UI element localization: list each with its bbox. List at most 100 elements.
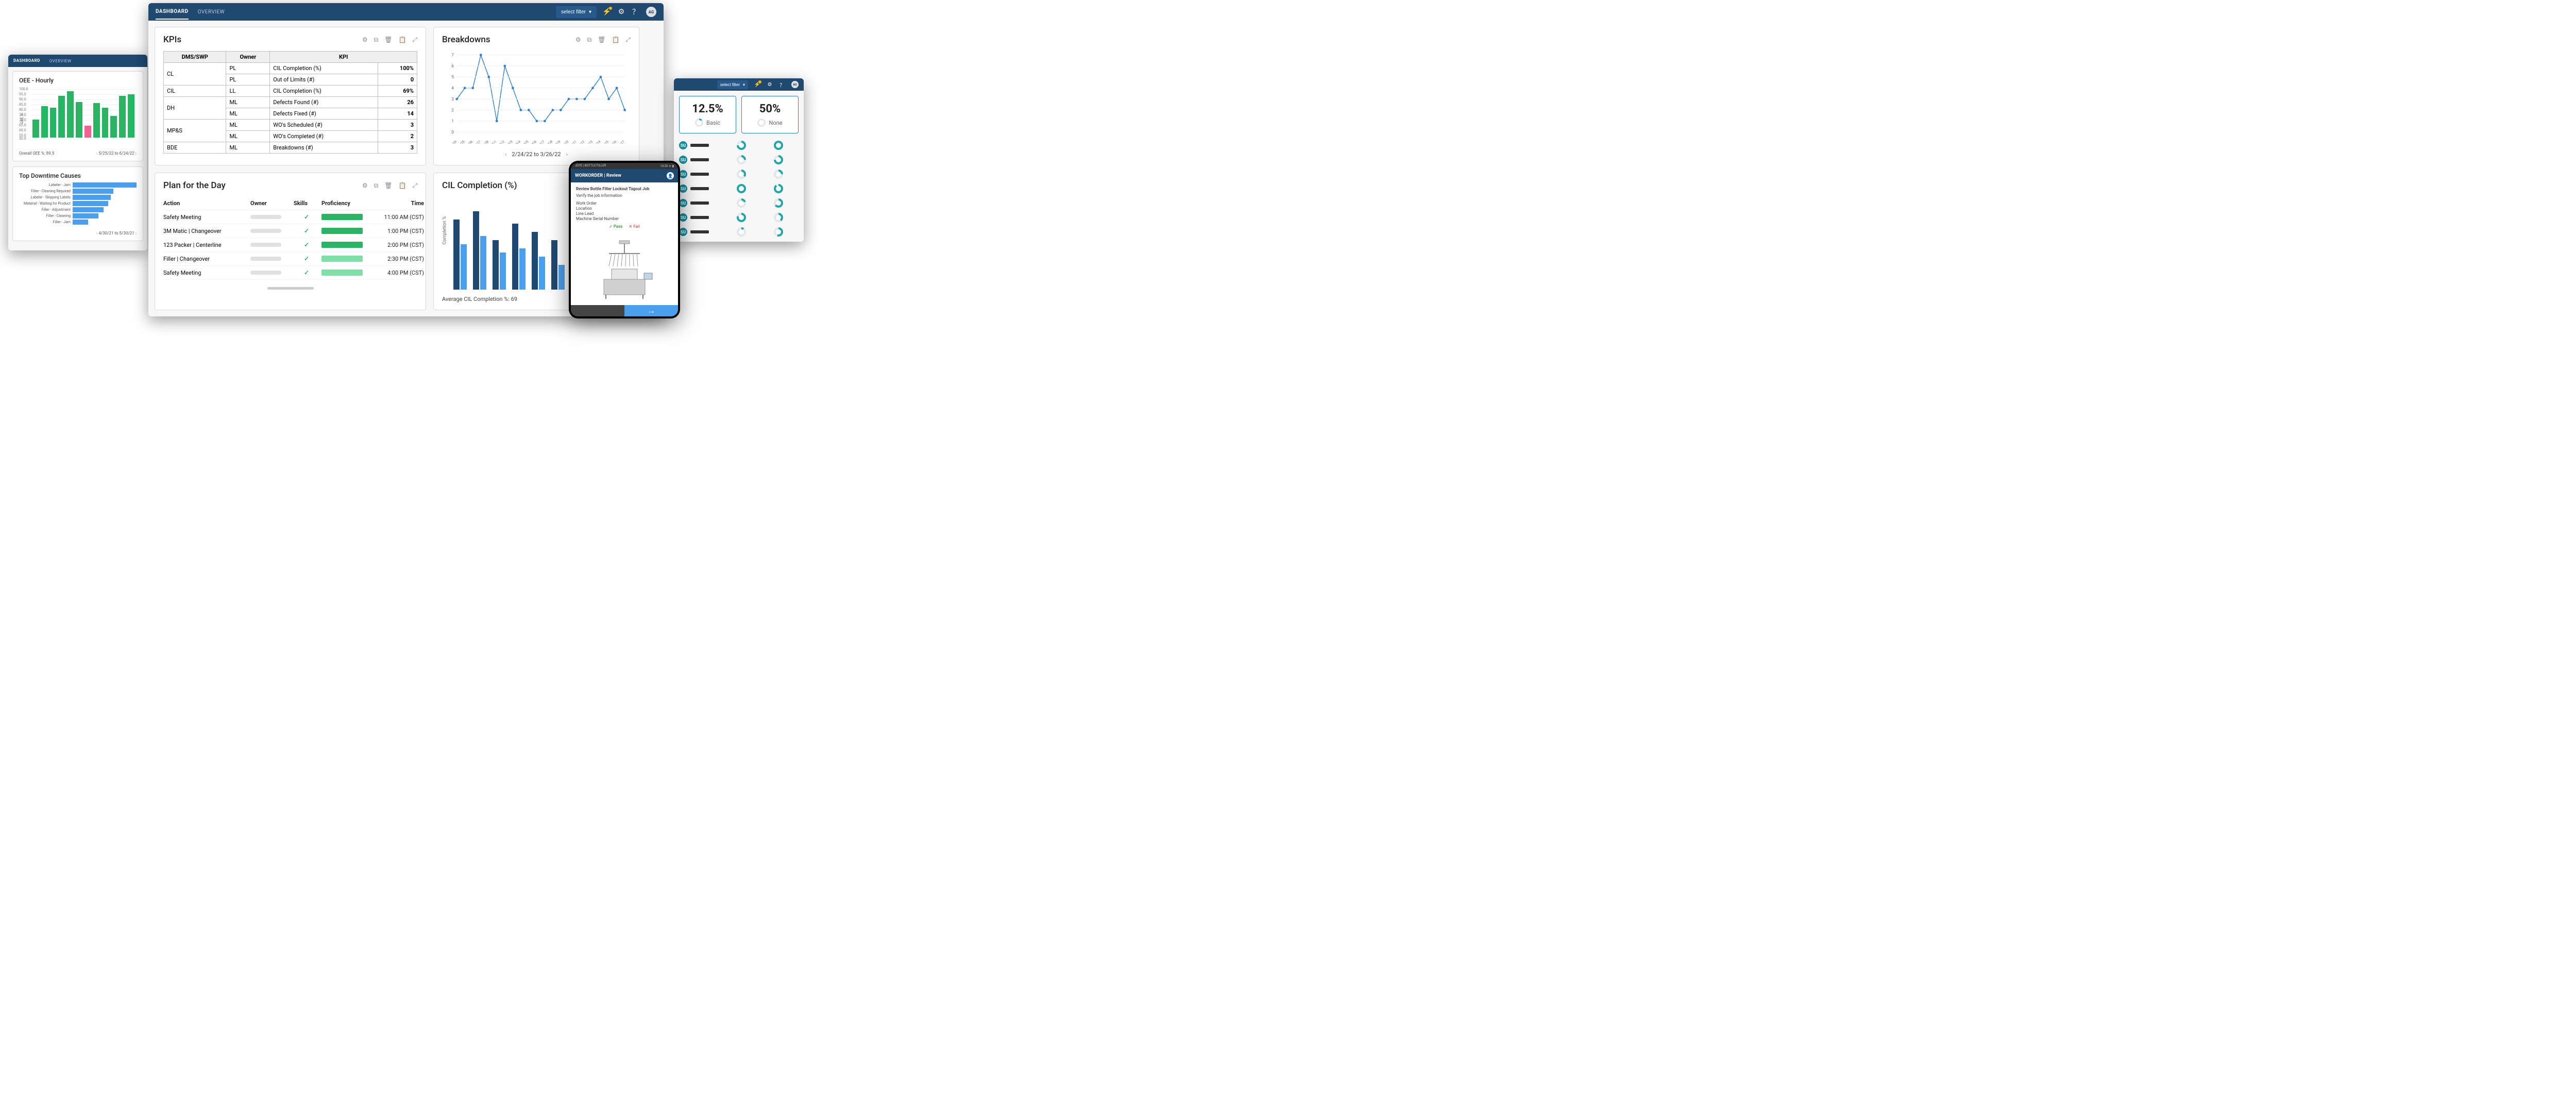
gear-icon[interactable]: ⚙: [767, 81, 773, 88]
mobile-next[interactable]: →: [624, 305, 678, 316]
breakdowns-next[interactable]: ›: [566, 151, 568, 158]
card-clipboard-icon[interactable]: 📋: [398, 182, 406, 190]
svg-text:3/5: 3/5: [523, 140, 530, 144]
proficiency-bar: [321, 242, 363, 248]
avatar-right[interactable]: AG: [791, 81, 799, 88]
oee-range: 5/25/22 to 6/24/22: [98, 151, 134, 156]
mobile-device: JOYE | BOTTLE FILLER 10:20 ᯤ ▮ WORKORDER…: [571, 163, 678, 316]
svg-text:3/13: 3/13: [585, 140, 594, 144]
tab-overview-left[interactable]: OVERVIEW: [49, 59, 72, 63]
plan-row[interactable]: Safety Meeting✓4:00 PM (CST): [163, 266, 417, 280]
downtime-row: Filler - Cleaning Required: [19, 189, 137, 194]
plan-row[interactable]: 123 Packer | Centerline✓2:00 PM (CST): [163, 238, 417, 252]
card-copy-icon[interactable]: ⧉: [587, 36, 592, 44]
card-copy-icon[interactable]: ⧉: [374, 36, 379, 44]
breakdowns-range: 2/24/22 to 3/26/22: [512, 151, 561, 158]
downtime-next[interactable]: ›: [135, 231, 137, 236]
proficiency-bar: [321, 214, 363, 220]
cil-bar-group: [512, 224, 526, 290]
card-gear-icon[interactable]: ⚙: [362, 36, 368, 44]
check-icon: ✓: [294, 241, 319, 248]
oee-prev[interactable]: ‹: [96, 151, 97, 156]
stat-basic[interactable]: 12.5% Basic: [679, 96, 736, 133]
role-badge: SU: [679, 213, 687, 222]
svg-text:3/7: 3/7: [539, 140, 546, 144]
card-gear-icon[interactable]: ⚙: [362, 182, 368, 190]
stat-cards: 12.5% Basic 50% None: [679, 96, 799, 133]
svg-text:3/12: 3/12: [578, 140, 586, 144]
plan-row[interactable]: Safety Meeting✓11:00 AM (CST): [163, 210, 417, 224]
kpi-row: CLPLCIL Completion (%)100%: [164, 63, 417, 74]
card-clipboard-icon[interactable]: 📋: [398, 36, 406, 44]
breakdowns-chart: 012345672/242/252/262/272/283/13/23/33/4…: [442, 51, 633, 144]
tab-dashboard[interactable]: DASHBOARD: [156, 9, 189, 20]
kpi-row: BDEMLBreakdowns (#)3: [164, 142, 417, 154]
donut-icon: [774, 227, 783, 237]
card-expand-icon[interactable]: ⤢: [625, 36, 631, 44]
mobile-back[interactable]: [571, 305, 624, 316]
card-trash-icon[interactable]: 🗑: [384, 182, 392, 190]
plan-header-row: Action Owner Skills Proficiency Time: [163, 197, 417, 210]
kpi-table: DMS/SWP Owner KPI CLPLCIL Completion (%)…: [163, 51, 417, 154]
fail-button[interactable]: Fail: [629, 224, 640, 229]
role-badge: SU: [679, 156, 687, 164]
plan-row[interactable]: 3M Matic | Changeover✓1:00 PM (CST): [163, 224, 417, 238]
card-expand-icon[interactable]: ⤢: [412, 182, 417, 190]
plan-row[interactable]: Filler | Changeover✓2:30 PM (CST): [163, 252, 417, 266]
card-copy-icon[interactable]: ⧉: [374, 182, 379, 190]
gear-icon[interactable]: ⚙: [617, 8, 625, 16]
help-icon[interactable]: ？: [779, 81, 785, 88]
breakdowns-prev[interactable]: ‹: [505, 151, 506, 158]
downtime-row: Material - Waiting for Product: [19, 201, 137, 206]
svg-text:4: 4: [451, 86, 454, 91]
check-icon: ✓: [294, 227, 319, 234]
cil-bar-group: [453, 220, 467, 290]
user-icon[interactable]: 👤: [667, 172, 674, 179]
stat-none[interactable]: 50% None: [741, 96, 799, 133]
svg-text:3/8: 3/8: [547, 140, 553, 144]
oee-next[interactable]: ›: [135, 151, 137, 156]
bolt-icon[interactable]: ⚡: [754, 81, 760, 88]
cil-title: CIL Completion (%): [442, 180, 517, 191]
mobile-subtitle: Verify the job information: [576, 193, 673, 198]
role-badge: SU: [679, 141, 687, 149]
donut-icon: [774, 198, 783, 208]
help-icon[interactable]: ？: [632, 8, 640, 16]
filter-dropdown[interactable]: select filter ▾: [556, 6, 597, 18]
cil-bar-group: [473, 211, 486, 290]
matrix-row: SU: [679, 184, 799, 193]
svg-text:0: 0: [451, 130, 454, 135]
tab-dashboard-left[interactable]: DASHBOARD: [13, 58, 40, 68]
oee-bar: [93, 103, 100, 138]
svg-text:3/14: 3/14: [594, 140, 602, 144]
donut-icon: [774, 170, 783, 179]
oee-bar: [67, 91, 74, 138]
downtime-row: Filler - Adjustment: [19, 207, 137, 212]
donut-icon: [774, 155, 783, 164]
card-expand-icon[interactable]: ⤢: [412, 36, 417, 44]
svg-text:1: 1: [451, 119, 454, 124]
proficiency-bar: [321, 270, 363, 276]
svg-text:3/6: 3/6: [531, 140, 537, 144]
scroll-indicator[interactable]: [267, 287, 314, 290]
svg-text:3/17: 3/17: [618, 140, 626, 144]
card-trash-icon[interactable]: 🗑: [384, 36, 392, 44]
card-gear-icon[interactable]: ⚙: [575, 36, 581, 44]
svg-text:2/25: 2/25: [457, 140, 466, 144]
tab-overview[interactable]: OVERVIEW: [198, 9, 225, 15]
donut-icon: [695, 119, 703, 127]
card-clipboard-icon[interactable]: 📋: [612, 36, 619, 44]
filter-dropdown-right[interactable]: select filter▾: [717, 80, 748, 89]
card-trash-icon[interactable]: 🗑: [598, 36, 605, 44]
proficiency-bar: [321, 228, 363, 234]
avatar[interactable]: AG: [646, 7, 656, 17]
bolt-icon[interactable]: ⚡: [603, 8, 611, 16]
kpi-row: CILLLCIL Completion (%)69%: [164, 86, 417, 97]
machine-image: [583, 233, 666, 300]
pass-button[interactable]: Pass: [609, 224, 622, 229]
svg-text:3/2: 3/2: [499, 140, 505, 144]
downtime-prev[interactable]: ‹: [96, 231, 97, 236]
svg-text:2/27: 2/27: [473, 140, 482, 144]
mobile-title: Review Bottle Filler Lockout Tagout Job: [576, 187, 673, 191]
plan-title: Plan for the Day: [163, 180, 226, 191]
